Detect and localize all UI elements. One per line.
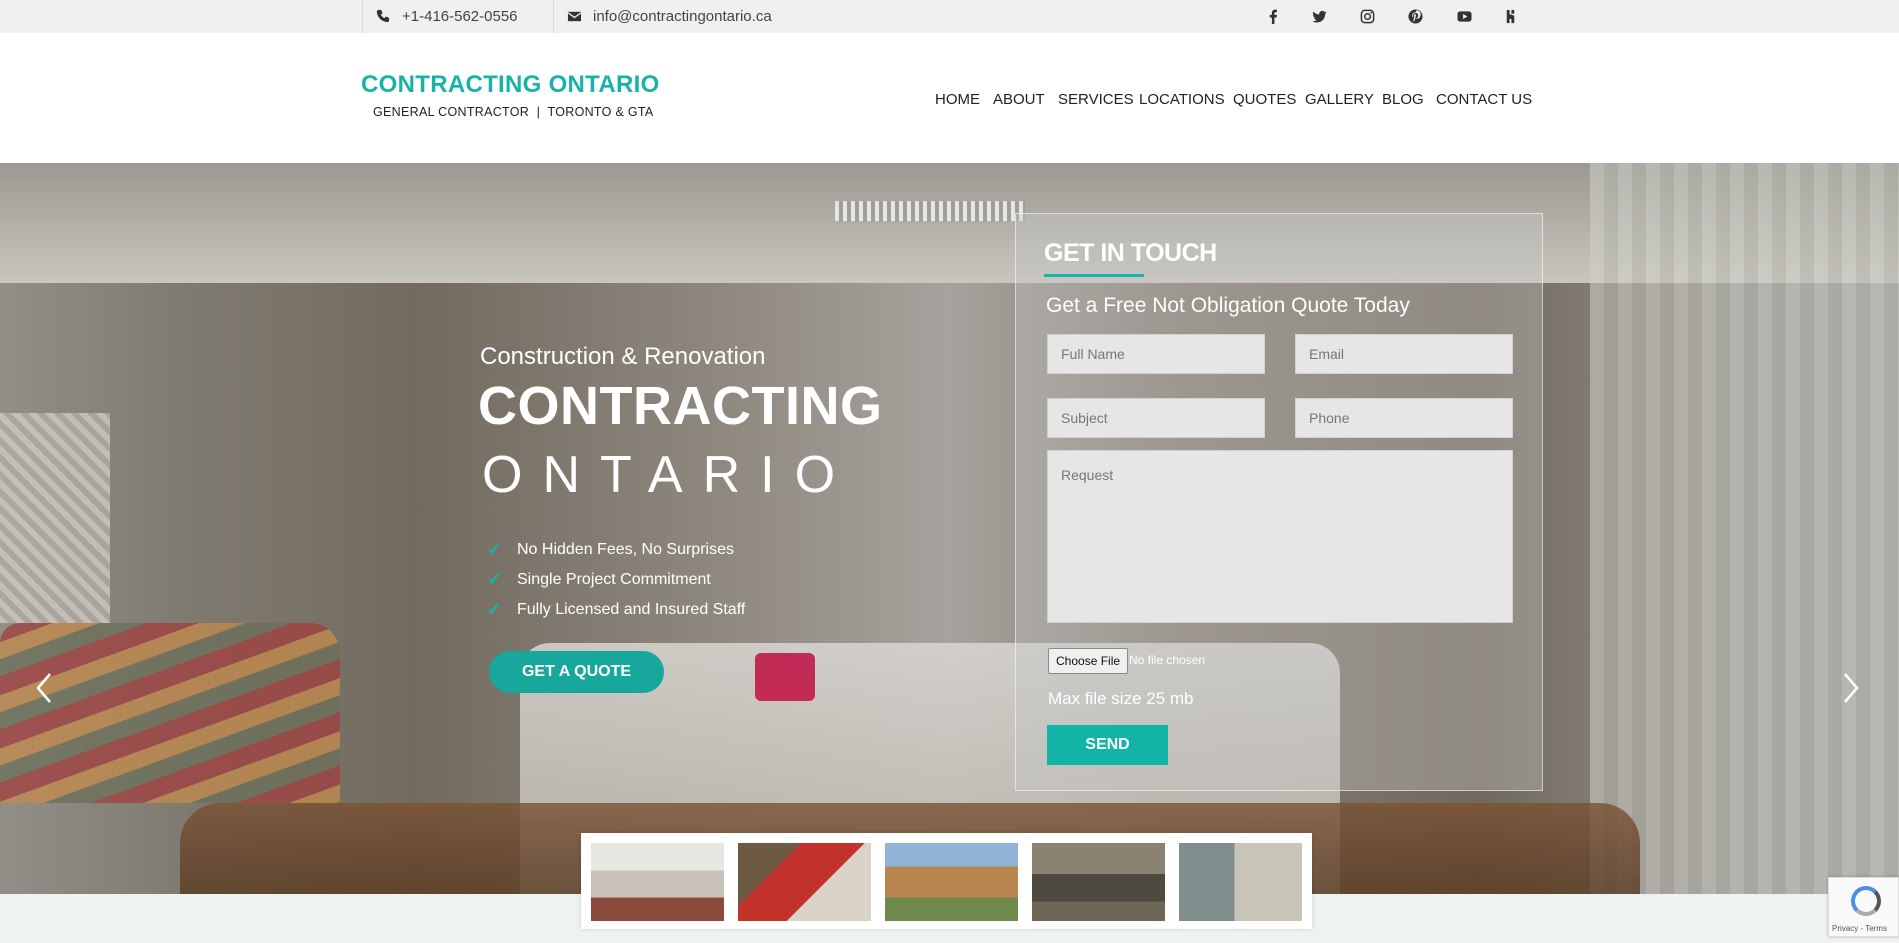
thumbnail-house-exterior[interactable] [885, 843, 1018, 921]
site-header: CONTRACTING ONTARIO GENERAL CONTRACTOR |… [0, 33, 1899, 163]
phone-icon [376, 9, 392, 25]
hero-background-pillow [755, 653, 815, 701]
nav-home[interactable]: HOME [935, 91, 980, 108]
checkmark-icon: ✓ [487, 599, 503, 619]
hero-background-curtain [1590, 163, 1899, 894]
envelope-icon [567, 9, 583, 25]
hero-slider: Construction & Renovation CONTRACTING ON… [0, 163, 1899, 894]
no-file-label: No file chosen [1129, 653, 1206, 667]
hero-check-label: Fully Licensed and Insured Staff [517, 600, 746, 618]
thumbnail-interior[interactable] [1179, 843, 1302, 921]
logo-title[interactable]: CONTRACTING ONTARIO [361, 71, 660, 99]
nav-gallery[interactable]: GALLERY [1305, 91, 1374, 108]
divider [362, 0, 363, 33]
phone-field[interactable]: Phone [1295, 398, 1513, 438]
nav-contact-us[interactable]: CONTACT US [1436, 91, 1532, 108]
youtube-icon[interactable] [1452, 0, 1476, 33]
thumbnail-living-room[interactable] [1032, 843, 1165, 921]
facebook-icon[interactable] [1261, 0, 1285, 33]
recaptcha-icon [1851, 886, 1881, 916]
send-button[interactable]: SEND [1047, 725, 1168, 765]
nav-locations[interactable]: LOCATIONS [1139, 91, 1225, 108]
form-tagline: Get a Free Not Obligation Quote Today [1046, 294, 1410, 317]
top-bar: +1-416-562-0556 info@contractingontario.… [0, 0, 1899, 33]
hero-title-line1: CONTRACTING [478, 376, 883, 436]
form-title: GET IN TOUCH [1044, 239, 1217, 267]
instagram-icon[interactable] [1355, 0, 1379, 33]
title-underline [1044, 274, 1144, 277]
recaptcha-terms[interactable]: Privacy - Terms [1832, 924, 1887, 933]
hero-check-item: ✓ Single Project Commitment [487, 569, 711, 590]
hero-check-item: ✓ Fully Licensed and Insured Staff [487, 599, 745, 620]
recaptcha-badge[interactable]: Privacy - Terms [1828, 877, 1899, 937]
hero-subheading: Construction & Renovation [480, 343, 766, 370]
hero-background-vent [835, 201, 1025, 221]
thumbnail-workers[interactable] [738, 843, 871, 921]
email-field[interactable]: Email [1295, 334, 1513, 374]
max-file-size-note: Max file size 25 mb [1048, 689, 1194, 708]
slider-next-arrow-icon[interactable] [1835, 668, 1865, 708]
email-address: info@contractingontario.ca [593, 8, 772, 25]
nav-services[interactable]: SERVICES [1058, 91, 1134, 108]
hero-background-sofa [0, 623, 340, 803]
contact-form: GET IN TOUCH Get a Free Not Obligation Q… [1015, 213, 1543, 791]
checkmark-icon: ✓ [487, 569, 503, 589]
request-textarea[interactable]: Request [1047, 450, 1513, 623]
gallery-thumbnails [581, 833, 1312, 929]
choose-file-button[interactable]: Choose File [1048, 648, 1129, 674]
email-link[interactable]: info@contractingontario.ca [567, 0, 772, 33]
houzz-icon[interactable] [1498, 0, 1522, 33]
hero-title-line2: ONTARIO [482, 446, 856, 504]
thumbnail-bedroom[interactable] [591, 843, 724, 921]
nav-blog[interactable]: BLOG [1382, 91, 1424, 108]
phone-number: +1-416-562-0556 [402, 8, 518, 25]
hero-check-item: ✓ No Hidden Fees, No Surprises [487, 539, 734, 560]
hero-check-label: Single Project Commitment [517, 570, 711, 588]
twitter-icon[interactable] [1307, 0, 1331, 33]
full-name-field[interactable]: Full Name [1047, 334, 1265, 374]
checkmark-icon: ✓ [487, 539, 503, 559]
subject-field[interactable]: Subject [1047, 398, 1265, 438]
phone-link[interactable]: +1-416-562-0556 [376, 0, 518, 33]
logo-subtitle: GENERAL CONTRACTOR | TORONTO & GTA [373, 105, 654, 119]
nav-quotes[interactable]: QUOTES [1233, 91, 1296, 108]
divider [553, 0, 554, 33]
hero-background-window [0, 413, 110, 623]
nav-about[interactable]: ABOUT [993, 91, 1045, 108]
hero-check-label: No Hidden Fees, No Surprises [517, 540, 734, 558]
get-a-quote-button[interactable]: GET A QUOTE [489, 651, 664, 693]
slider-prev-arrow-icon[interactable] [30, 668, 60, 708]
pinterest-icon[interactable] [1403, 0, 1427, 33]
